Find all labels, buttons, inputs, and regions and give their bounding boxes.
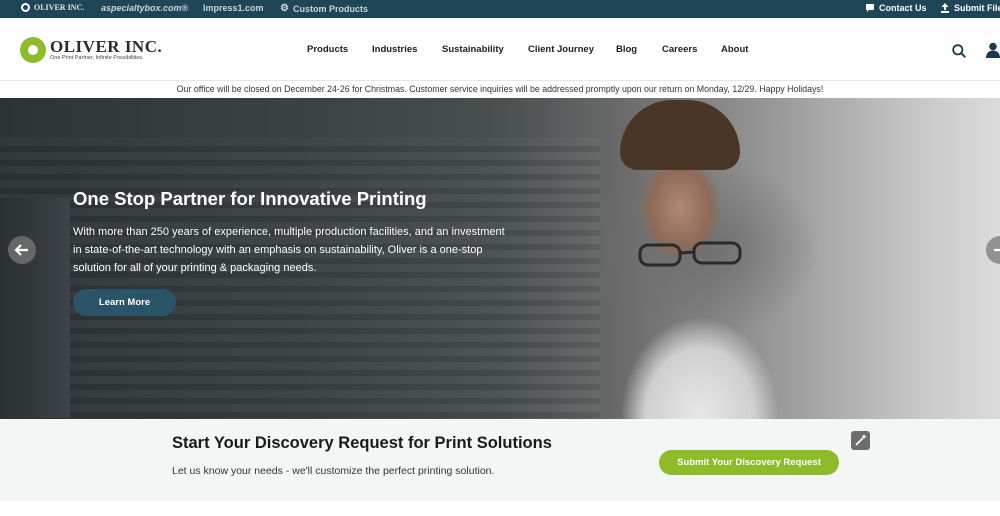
- discovery-description: Let us know your needs - we'll customize…: [172, 465, 495, 477]
- holiday-announcement: Our office will be closed on December 24…: [0, 82, 1000, 98]
- arrow-left-icon: [14, 244, 28, 256]
- logo-mark-icon: [20, 37, 46, 63]
- nav-item-careers[interactable]: Careers: [662, 44, 697, 55]
- search-icon[interactable]: [952, 44, 966, 58]
- submit-files-label: Submit Files: [954, 3, 1000, 13]
- oliver-inc-brand-link[interactable]: OLIVER INC.: [21, 3, 84, 12]
- chat-bubble-icon: [866, 4, 874, 12]
- submit-files-link[interactable]: Submit Files: [940, 3, 1000, 13]
- discovery-title: Start Your Discovery Request for Print S…: [172, 434, 552, 452]
- aspecialtybox-brand-link[interactable]: aspecialtybox.com®: [101, 3, 188, 13]
- machine-panel-image: [0, 198, 70, 418]
- nav-item-industries[interactable]: Industries: [372, 44, 417, 55]
- brand-label: OLIVER INC.: [34, 3, 85, 12]
- logo-tagline: One Print Partner, Infinite Possibilitie…: [50, 55, 144, 61]
- nav-item-blog[interactable]: Blog: [616, 44, 637, 55]
- user-account-icon[interactable]: [986, 42, 1000, 58]
- gear-icon: ⚙: [280, 3, 289, 14]
- hero-title: One Stop Partner for Innovative Printing: [73, 188, 427, 209]
- impress1-brand-link[interactable]: Impress1.com: [203, 3, 264, 13]
- site-logo[interactable]: OLIVER INC. One Print Partner, Infinite …: [20, 37, 163, 63]
- hero-banner: One Stop Partner for Innovative Printing…: [0, 98, 1000, 419]
- page-bottom-strip: [0, 501, 1000, 516]
- nav-item-sustainability[interactable]: Sustainability: [442, 44, 504, 55]
- magic-wand-icon: [855, 434, 867, 446]
- contact-us-link[interactable]: Contact Us: [865, 3, 927, 13]
- contact-us-label: Contact Us: [879, 3, 927, 13]
- brand-label: Custom Products: [292, 3, 368, 14]
- site-header: OLIVER INC. One Print Partner, Infinite …: [0, 18, 1000, 81]
- custom-products-brand-link[interactable]: ⚙ Custom Products: [280, 3, 368, 14]
- carousel-prev-button[interactable]: [8, 236, 36, 264]
- discovery-request-section: Start Your Discovery Request for Print S…: [0, 419, 1000, 501]
- brand-label: aspecialtybox.com®: [101, 3, 189, 13]
- nav-item-products[interactable]: Products: [307, 44, 348, 55]
- learn-more-button[interactable]: Learn More: [73, 289, 176, 316]
- hero-description: With more than 250 years of experience, …: [73, 226, 505, 274]
- nav-item-about[interactable]: About: [721, 44, 748, 55]
- glasses-image: [638, 241, 742, 267]
- arrow-right-icon: [994, 248, 1000, 252]
- printing-machine-image: [0, 138, 600, 418]
- utility-bar: OLIVER INC. aspecialtybox.com® Impress1.…: [0, 0, 1000, 18]
- upload-icon: [941, 3, 949, 13]
- nav-item-client-journey[interactable]: Client Journey: [528, 44, 594, 55]
- submit-discovery-request-button[interactable]: Submit Your Discovery Request: [659, 450, 839, 475]
- accessibility-wand-icon[interactable]: [851, 431, 870, 450]
- logo-name: OLIVER INC.: [50, 37, 163, 56]
- oliver-logo-icon: [21, 3, 30, 12]
- brand-label: Impress1.com: [203, 3, 264, 13]
- carousel-next-button[interactable]: [986, 236, 1000, 264]
